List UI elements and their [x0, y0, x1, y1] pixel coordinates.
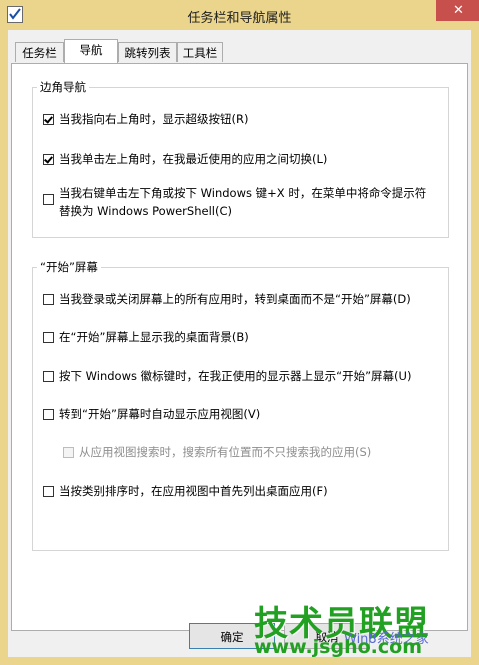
tab-taskbar[interactable]: 任务栏: [15, 42, 64, 62]
ok-button[interactable]: 确定: [189, 623, 275, 649]
window-title: 任务栏和导航属性: [187, 11, 292, 26]
checkbox-label[interactable]: 在“开始”屏幕上显示我的桌面背景(B): [59, 329, 249, 345]
dialog-body: 任务栏 导航 跳转列表 工具栏 边角导航 当我指向右上角时，显示超级按钮(R) …: [8, 30, 471, 657]
checkbox-label-line2[interactable]: 替换为 Windows PowerShell(C): [59, 203, 232, 219]
checkbox[interactable]: [43, 154, 54, 165]
corner-nav-legend: 边角导航: [37, 79, 89, 95]
close-button[interactable]: ✕: [436, 0, 479, 21]
checkbox-label[interactable]: 按下 Windows 徽标键时，在我正使用的显示器上显示“开始”屏幕(U): [59, 368, 411, 384]
checkbox[interactable]: [43, 194, 54, 205]
tab-toolbars[interactable]: 工具栏: [177, 42, 223, 62]
checkbox-label: 从应用视图搜索时，搜索所有位置而不只搜索我的应用(S): [79, 445, 372, 459]
checkbox[interactable]: [43, 371, 54, 382]
checkbox-label[interactable]: 当我指向右上角时，显示超级按钮(R): [59, 111, 248, 127]
tab-navigation[interactable]: 导航: [64, 39, 118, 63]
checkbox[interactable]: [43, 332, 54, 343]
checkbox-label[interactable]: 当我单击左上角时，在我最近使用的应用之间切换(L): [59, 151, 327, 167]
corner-nav-group: 边角导航 当我指向右上角时，显示超级按钮(R) 当我单击左上角时，在我最近使用的…: [32, 79, 449, 238]
checkbox[interactable]: [43, 409, 54, 420]
start-screen-group: “开始”屏幕 当我登录或关闭屏幕上的所有应用时，转到桌面而不是“开始”屏幕(D)…: [32, 259, 449, 551]
checkbox-label[interactable]: 当按类别排序时，在应用视图中首先列出桌面应用(F): [59, 483, 328, 499]
cancel-button[interactable]: 取消: [284, 623, 370, 649]
checkbox-label[interactable]: 转到“开始”屏幕时自动显示应用视图(V): [59, 406, 260, 422]
tab-panel: 边角导航 当我指向右上角时，显示超级按钮(R) 当我单击左上角时，在我最近使用的…: [11, 63, 468, 631]
title-bar: 任务栏和导航属性 ✕: [0, 0, 479, 30]
tab-jump-lists[interactable]: 跳转列表: [118, 42, 177, 62]
checkbox-disabled: [63, 447, 74, 458]
checkbox[interactable]: [43, 486, 54, 497]
checkbox-label-line1[interactable]: 当我右键单击左下角或按下 Windows 键+X 时，在菜单中将命令提示符: [59, 185, 426, 201]
checkbox[interactable]: [43, 294, 54, 305]
checkbox-label[interactable]: 当我登录或关闭屏幕上的所有应用时，转到桌面而不是“开始”屏幕(D): [59, 291, 411, 307]
start-screen-legend: “开始”屏幕: [37, 259, 101, 275]
checkbox[interactable]: [43, 114, 54, 125]
